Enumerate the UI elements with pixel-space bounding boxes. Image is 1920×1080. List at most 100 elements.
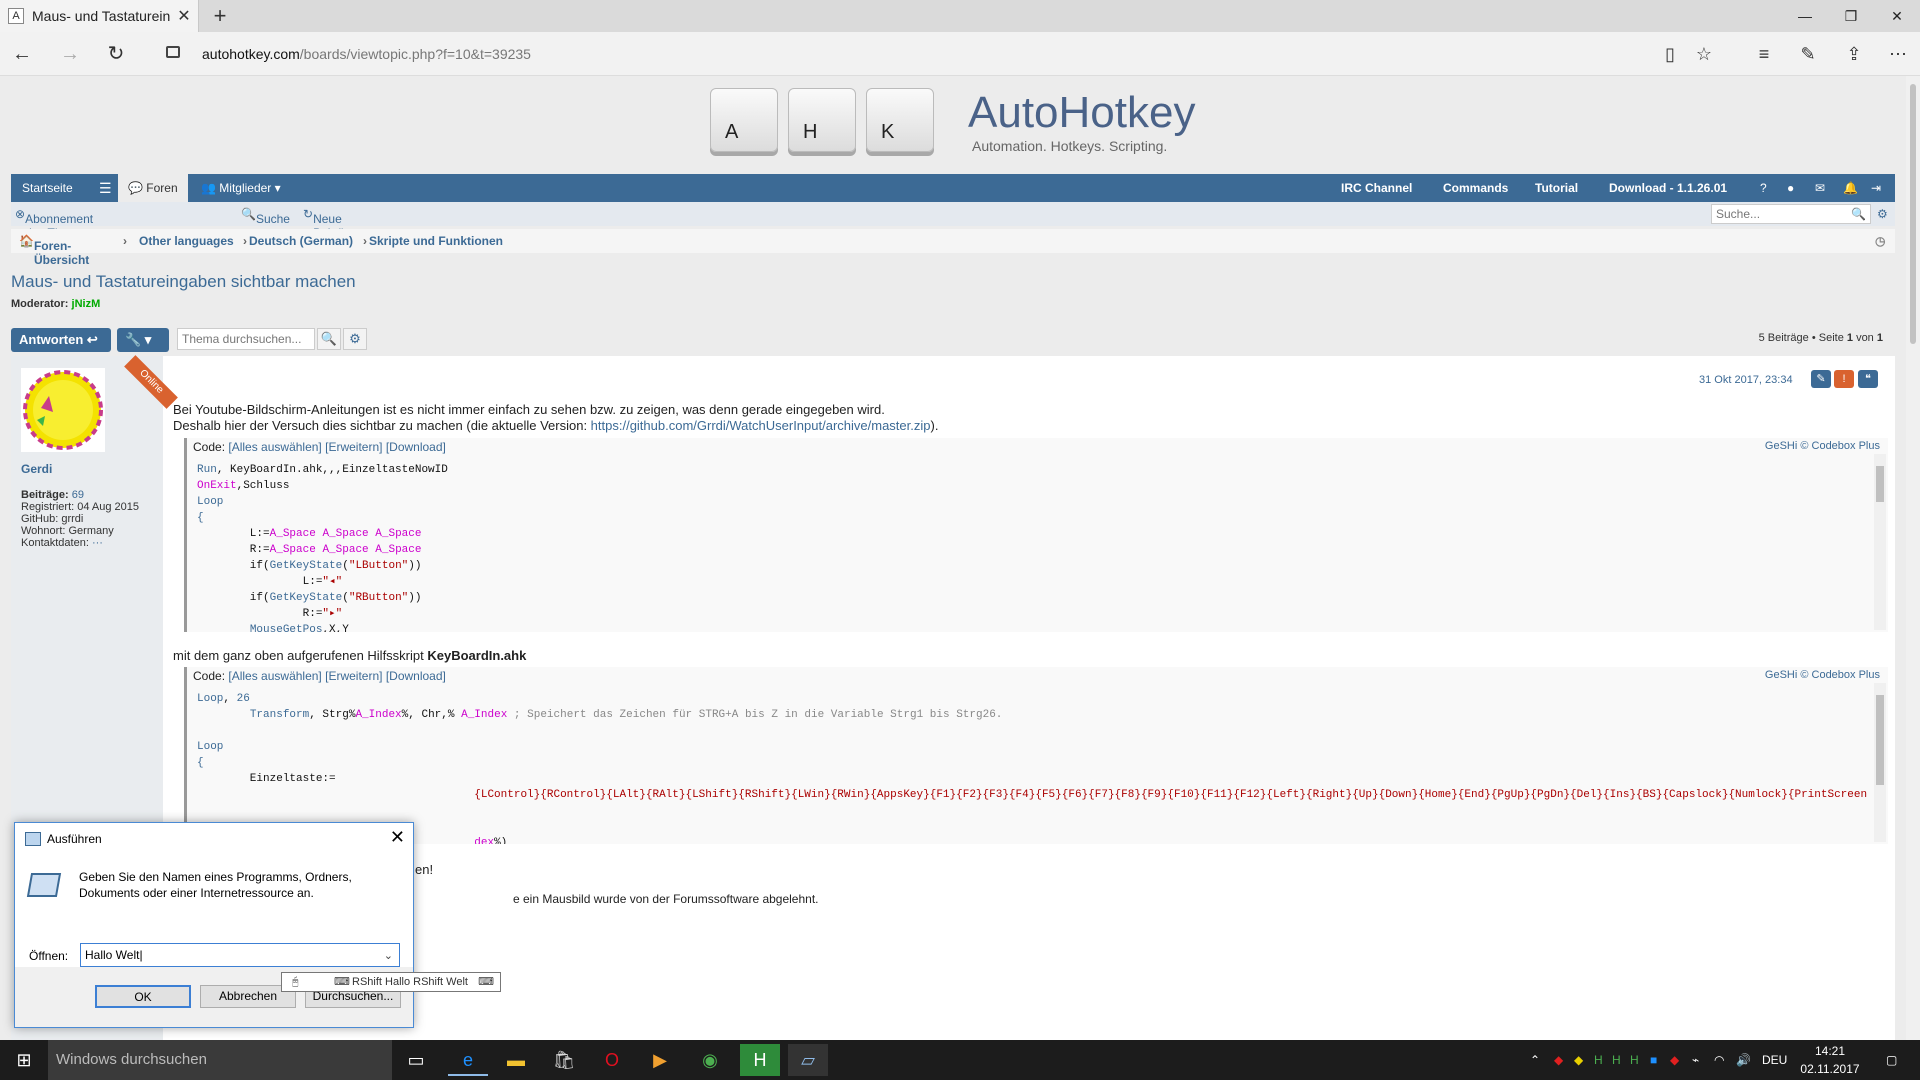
breadcrumb-item[interactable]: Skripte und Funktionen xyxy=(369,234,503,248)
input-language[interactable]: DEU xyxy=(1762,1040,1787,1080)
geshi-credit[interactable]: GeSHi © Codebox Plus xyxy=(1765,440,1880,452)
favorite-star-icon[interactable]: ☆ xyxy=(1688,38,1720,70)
notifications-center-icon[interactable]: ▢ xyxy=(1886,1040,1897,1080)
tray-ahk-icon[interactable]: H xyxy=(1612,1040,1621,1080)
user-icon[interactable]: ● xyxy=(1787,174,1794,202)
report-post-icon[interactable]: ! xyxy=(1834,370,1854,388)
tray-ahk-icon[interactable]: H xyxy=(1594,1040,1603,1080)
search-link[interactable]: 🔍 Suche xyxy=(241,207,290,226)
code-scrollbar[interactable] xyxy=(1874,454,1886,630)
breadcrumb-item[interactable]: Other languages xyxy=(139,234,234,248)
page-scroll-thumb[interactable] xyxy=(1910,84,1916,344)
expand-link[interactable]: [Erweitern] xyxy=(325,440,382,454)
messages-icon[interactable]: ✉ xyxy=(1815,174,1825,202)
nav-commands[interactable]: Commands xyxy=(1443,174,1508,202)
select-all-link[interactable]: [Alles auswählen] xyxy=(228,669,321,683)
tray-app-icon[interactable]: ◆ xyxy=(1554,1040,1563,1080)
download-code-link[interactable]: [Download] xyxy=(386,669,446,683)
refresh-icon[interactable]: ↻ xyxy=(100,38,132,70)
topic-search-icon[interactable]: 🔍 xyxy=(317,328,341,350)
forward-icon[interactable]: → xyxy=(54,38,86,70)
chrome-icon[interactable]: ◉ xyxy=(690,1044,730,1076)
expand-link[interactable]: [Erweitern] xyxy=(325,669,382,683)
nav-home[interactable]: Startseite xyxy=(22,174,73,202)
restore-button[interactable]: ❐ xyxy=(1828,0,1874,32)
windows-start-icon[interactable]: ⊞ xyxy=(0,1040,48,1080)
quote-post-icon[interactable]: ❝ xyxy=(1858,370,1878,388)
posts-count[interactable]: 69 xyxy=(72,489,84,501)
advanced-search-icon[interactable]: ⚙ xyxy=(1877,207,1888,221)
ok-button[interactable]: OK xyxy=(95,985,191,1008)
breadcrumb-home[interactable]: 🏠 Foren-Übersicht xyxy=(19,234,89,267)
close-icon[interactable]: ✕ xyxy=(390,827,405,848)
topic-search-input[interactable]: Thema durchsuchen... xyxy=(177,328,315,350)
breadcrumb-item[interactable]: Deutsch (German) xyxy=(249,234,353,248)
reading-view-icon[interactable]: ▯ xyxy=(1654,38,1686,70)
topic-title[interactable]: Maus- und Tastatureingaben sichtbar mach… xyxy=(11,272,356,292)
close-window-button[interactable]: ✕ xyxy=(1874,0,1920,32)
notifications-icon[interactable]: 🔔 xyxy=(1843,174,1858,202)
autohotkey-icon[interactable]: H xyxy=(740,1044,780,1076)
minimize-button[interactable]: — xyxy=(1782,0,1828,32)
edit-post-icon[interactable]: ✎ xyxy=(1811,370,1831,388)
nav-members[interactable]: 👥 Mitglieder ▾ xyxy=(201,174,281,202)
scroll-thumb[interactable] xyxy=(1876,695,1884,785)
more-icon[interactable]: ⋯ xyxy=(1882,38,1914,70)
back-icon[interactable]: ← xyxy=(6,38,38,70)
task-view-icon[interactable]: ▭ xyxy=(396,1044,436,1076)
media-player-icon[interactable]: ▶ xyxy=(640,1044,680,1076)
post-date[interactable]: 31 Okt 2017, 23:34 xyxy=(1699,374,1793,386)
new-posts-link[interactable]: ↻ Neue Beiträge xyxy=(303,207,358,240)
search-icon[interactable]: 🔍 xyxy=(1851,207,1866,221)
share-icon[interactable]: ⇪ xyxy=(1838,38,1870,70)
contact-dots[interactable]: ··· xyxy=(92,537,103,549)
chevron-down-icon[interactable]: ⌄ xyxy=(384,949,393,962)
close-tab-icon[interactable]: ✕ xyxy=(170,6,198,26)
topic-search-settings-icon[interactable]: ⚙ xyxy=(343,328,367,350)
run-dialog-titlebar[interactable]: Ausführen ✕ xyxy=(15,823,413,855)
network-icon[interactable]: ⌁ xyxy=(1692,1040,1699,1080)
site-logo[interactable]: A H K AutoHotkey Automation. Hotkeys. Sc… xyxy=(710,84,1210,164)
page-scrollbar[interactable] xyxy=(1906,76,1920,1040)
tray-app-icon[interactable]: ■ xyxy=(1650,1040,1657,1080)
tray-app-icon[interactable]: ◆ xyxy=(1670,1040,1679,1080)
hub-icon[interactable]: ≡ xyxy=(1748,38,1780,70)
file-explorer-icon[interactable]: ▬ xyxy=(496,1044,536,1076)
url-field[interactable]: autohotkey.com/boards/viewtopic.php?f=10… xyxy=(202,40,531,68)
tray-ahk-icon[interactable]: H xyxy=(1630,1040,1639,1080)
taskbar-search-input[interactable]: Windows durchsuchen xyxy=(48,1040,392,1080)
nav-irc[interactable]: IRC Channel xyxy=(1341,174,1412,202)
web-note-icon[interactable]: ✎ xyxy=(1792,38,1824,70)
code-scrollbar[interactable] xyxy=(1874,683,1886,842)
volume-icon[interactable]: 🔊 xyxy=(1736,1040,1751,1080)
download-code-link[interactable]: [Download] xyxy=(386,440,446,454)
nav-download[interactable]: Download - 1.1.26.01 xyxy=(1609,174,1727,202)
clock[interactable]: 14:21 02.11.2017 xyxy=(1800,1042,1860,1078)
menu-icon[interactable]: ☰ xyxy=(99,174,112,202)
unsubscribe-link[interactable]: ⊗ Abonnement des Themas beenden xyxy=(15,207,93,254)
download-link[interactable]: https://github.com/Grrdi/WatchUserInput/… xyxy=(591,418,931,433)
open-input[interactable]: Hallo Welt| ⌄ xyxy=(80,943,400,967)
edge-icon[interactable]: e xyxy=(448,1044,488,1076)
tray-app-icon[interactable]: ◆ xyxy=(1574,1040,1583,1080)
select-all-link[interactable]: [Alles auswählen] xyxy=(228,440,321,454)
browser-tab[interactable]: A Maus- und Tastatureing ✕ xyxy=(0,0,199,32)
tray-chevron-up-icon[interactable]: ⌃ xyxy=(1530,1040,1540,1080)
scroll-thumb[interactable] xyxy=(1876,466,1884,502)
opera-icon[interactable]: O xyxy=(592,1044,632,1076)
nav-forums[interactable]: 💬 Foren xyxy=(118,174,188,202)
help-icon[interactable]: ? xyxy=(1760,174,1767,202)
nav-tutorial[interactable]: Tutorial xyxy=(1535,174,1578,202)
tools-button[interactable]: 🔧 ▾ xyxy=(117,328,169,352)
logout-icon[interactable]: ⇥ xyxy=(1871,174,1881,202)
wifi-icon[interactable]: ◠ xyxy=(1714,1040,1724,1080)
moderator-name[interactable]: jNizM xyxy=(72,298,101,310)
post-author[interactable]: Gerdi xyxy=(21,462,52,476)
site-search-input[interactable]: Suche... xyxy=(1711,204,1871,224)
run-taskbar-icon[interactable]: ▱ xyxy=(788,1044,828,1076)
avatar[interactable] xyxy=(21,368,105,452)
new-tab-button[interactable]: + xyxy=(205,2,235,30)
reply-button[interactable]: Antworten ↩ xyxy=(11,328,111,352)
geshi-credit[interactable]: GeSHi © Codebox Plus xyxy=(1765,669,1880,681)
store-icon[interactable]: 🛍 xyxy=(544,1044,584,1076)
